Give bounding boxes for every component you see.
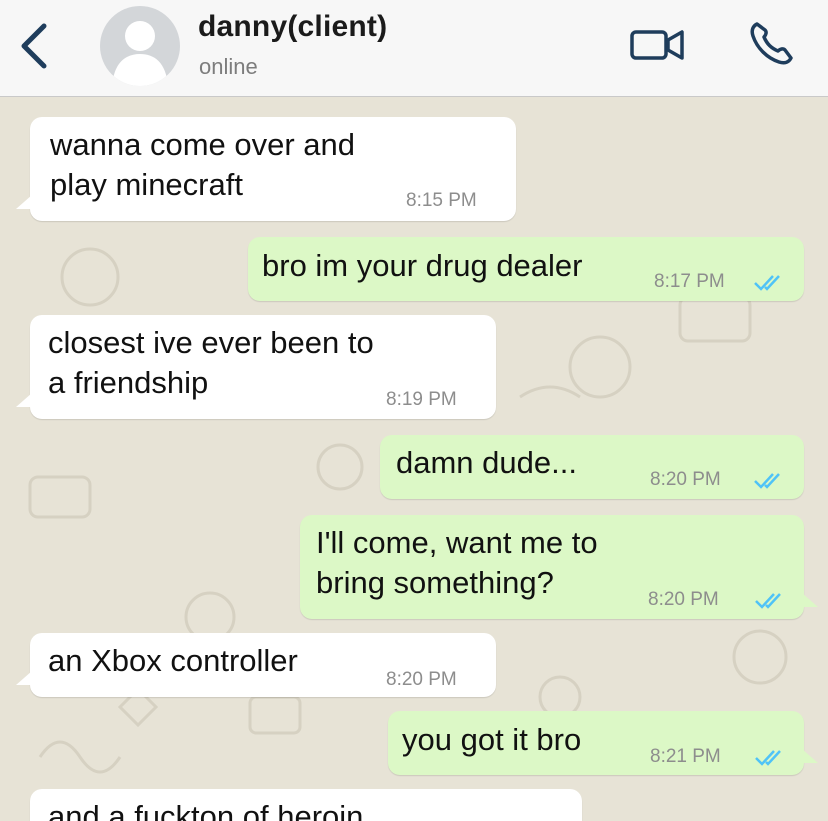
message-bubble-outgoing[interactable]: bro im your drug dealer 8:17 PM xyxy=(248,237,804,301)
message-time: 8:20 PM xyxy=(650,469,721,490)
message-bubble-incoming[interactable]: and a fuckton of heroin xyxy=(30,789,582,821)
video-camera-icon[interactable] xyxy=(628,24,690,64)
message-time: 8:20 PM xyxy=(386,669,457,690)
message-bubble-incoming[interactable]: an Xbox controller 8:20 PM xyxy=(16,633,496,697)
phone-icon[interactable] xyxy=(745,18,797,70)
message-bubble-outgoing[interactable]: you got it bro 8:21 PM xyxy=(388,711,818,775)
chevron-left-icon[interactable] xyxy=(14,20,54,72)
message-text: you got it bro xyxy=(402,722,582,757)
default-avatar-icon xyxy=(112,21,168,86)
message-bubble-outgoing[interactable]: I'll come, want me to bring something? 8… xyxy=(300,515,818,619)
message-text: wanna come over and play minecraft xyxy=(50,127,356,202)
message-text: an Xbox controller xyxy=(48,643,298,678)
message-time: 8:17 PM xyxy=(654,271,725,292)
message-time: 8:20 PM xyxy=(648,589,719,610)
message-text: and a fuckton of heroin xyxy=(48,799,364,821)
read-receipt-icon xyxy=(755,750,781,766)
contact-status: online xyxy=(199,54,258,79)
message-bubble-incoming[interactable]: wanna come over and play minecraft 8:15 … xyxy=(16,117,516,221)
message-text: damn dude... xyxy=(396,445,577,480)
message-time: 8:15 PM xyxy=(406,190,477,211)
message-bubble-incoming[interactable]: closest ive ever been to a friendship 8:… xyxy=(16,315,496,419)
chat-header: danny(client) online xyxy=(0,0,828,97)
avatar[interactable] xyxy=(100,6,180,86)
message-bubble-outgoing[interactable]: damn dude... 8:20 PM xyxy=(380,435,804,499)
read-receipt-icon xyxy=(755,593,781,609)
read-receipt-icon xyxy=(754,473,780,489)
read-receipt-icon xyxy=(754,275,780,291)
chat-area[interactable]: wanna come over and play minecraft 8:15 … xyxy=(0,97,828,821)
contact-name[interactable]: danny(client) xyxy=(198,10,387,44)
message-text: closest ive ever been to a friendship xyxy=(48,325,374,400)
message-time: 8:19 PM xyxy=(386,389,457,410)
message-text: bro im your drug dealer xyxy=(262,248,583,283)
message-text: I'll come, want me to bring something? xyxy=(316,525,598,600)
message-time: 8:21 PM xyxy=(650,746,721,767)
